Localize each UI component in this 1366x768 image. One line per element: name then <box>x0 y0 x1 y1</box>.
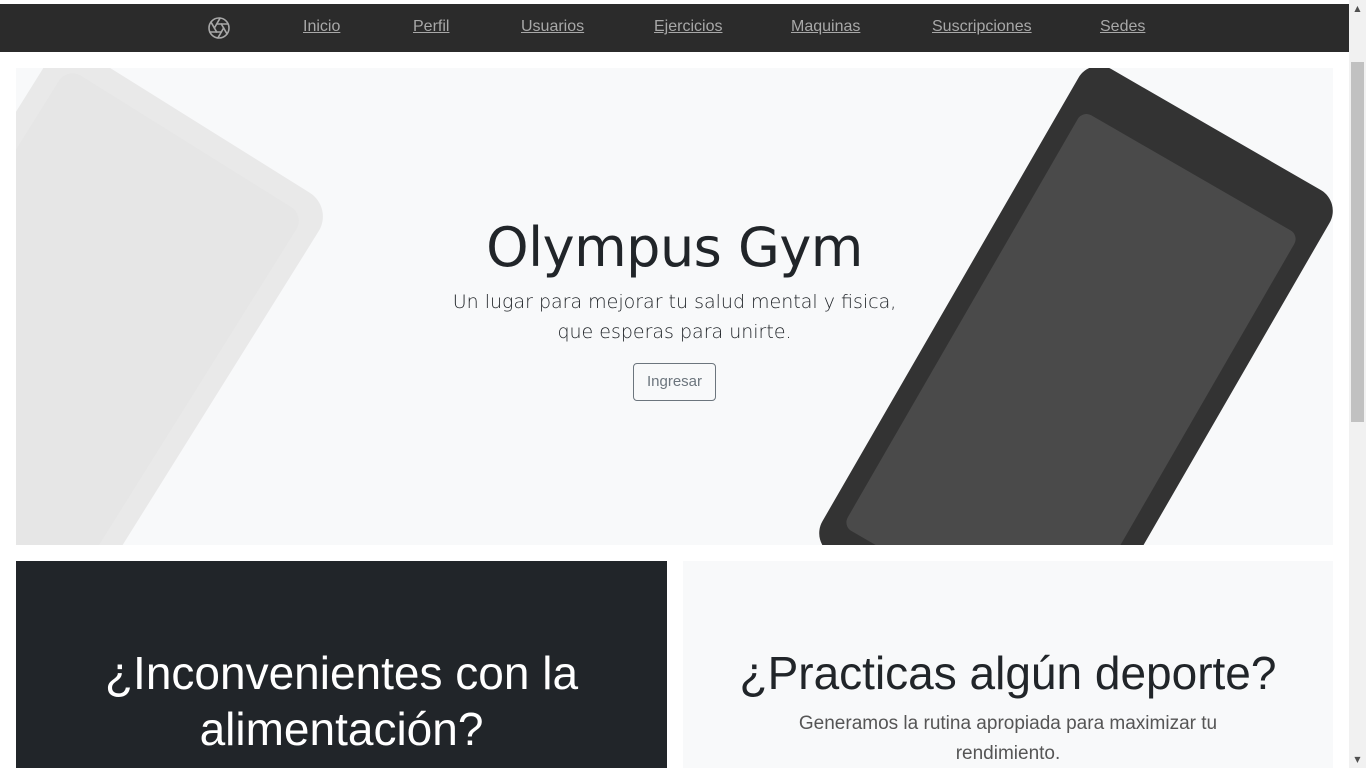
sport-card-title: ¿Practicas algún deporte? <box>739 647 1277 699</box>
sport-text-line1: Generamos la rutina apropiada para maxim… <box>798 713 1218 734</box>
hero-section: Olympus Gym Un lugar para mejorar tu sal… <box>16 68 1333 545</box>
sport-card: ¿Practicas algún deporte? Generamos la r… <box>683 561 1333 768</box>
nav-link-perfil[interactable]: Perfil <box>413 18 449 36</box>
nav-link-sedes[interactable]: Sedes <box>1100 18 1145 36</box>
navbar: Inicio Perfil Usuarios Ejercicios Maquin… <box>0 4 1349 52</box>
nutrition-card: ¿Inconvenientes con la alimentación? <box>16 561 667 768</box>
nutrition-title-line2: alimentación? <box>199 703 484 755</box>
nav-link-suscripciones[interactable]: Suscripciones <box>932 18 1032 36</box>
nav-link-usuarios[interactable]: Usuarios <box>521 18 584 36</box>
hero-title: Olympus Gym <box>486 216 863 279</box>
sport-card-text: Generamos la rutina apropiada para maxim… <box>783 709 1233 768</box>
hero-lead-line2: que esperas para unirte. <box>557 321 792 343</box>
nav-link-inicio[interactable]: Inicio <box>303 18 340 36</box>
hero-lead-line1: Un lugar para mejorar tu salud mental y … <box>452 291 897 313</box>
scroll-down-arrow-icon[interactable]: ▼ <box>1349 751 1366 768</box>
sport-text-line2: rendimiento. <box>955 743 1061 764</box>
hero-lead: Un lugar para mejorar tu salud mental y … <box>16 287 1333 347</box>
nav-link-ejercicios[interactable]: Ejercicios <box>654 18 722 36</box>
ingresar-button[interactable]: Ingresar <box>633 363 716 401</box>
nutrition-title-line1: ¿Inconvenientes con la <box>104 647 579 699</box>
vertical-scrollbar[interactable]: ▲ ▼ <box>1349 0 1366 768</box>
scrollbar-thumb[interactable] <box>1351 62 1364 422</box>
nutrition-card-title: ¿Inconvenientes con la alimentación? <box>16 645 667 757</box>
nav-link-maquinas[interactable]: Maquinas <box>791 18 860 36</box>
scroll-up-arrow-icon[interactable]: ▲ <box>1349 0 1366 17</box>
aperture-icon[interactable] <box>207 16 231 40</box>
